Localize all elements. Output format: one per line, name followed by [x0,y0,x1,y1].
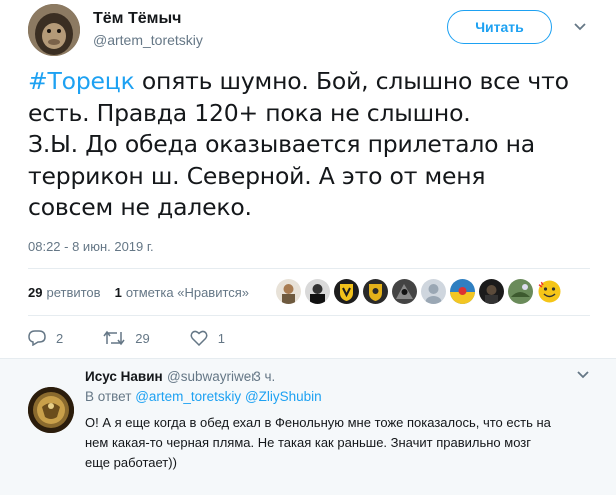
retweet-count: 29 [135,330,150,346]
liker-avatar[interactable] [276,279,301,304]
divider [28,315,590,316]
reply-tweet[interactable]: Исус Навин @subwayriwer · 3 ч. В ответ @… [0,358,616,495]
author-avatar[interactable] [28,4,80,56]
like-button[interactable]: 1 [190,330,225,346]
likes-label: отметка «Нравится» [125,285,250,300]
liker-avatar[interactable] [537,279,562,304]
reply-button[interactable]: 2 [28,330,63,346]
reply-author-name[interactable]: Исус Навин [85,369,163,384]
author-handle[interactable]: @artem_toretskiy [93,32,203,48]
divider [28,268,590,269]
liker-avatar[interactable] [363,279,388,304]
retweets-count: 29 [28,285,43,300]
reply-author-avatar[interactable] [28,387,74,433]
reply-count: 2 [56,330,64,346]
tweet-timestamp[interactable]: 08:22 - 8 июн. 2019 г. [28,239,154,254]
chevron-down-icon[interactable] [575,367,591,383]
reply-icon [28,330,46,346]
heart-icon [190,330,208,346]
tweet-stats: 29 ретвитов 1 отметка «Нравится» [28,285,263,300]
liker-avatar[interactable] [334,279,359,304]
retweets-stat[interactable]: 29 ретвитов [28,285,101,300]
likes-stat[interactable]: 1 отметка «Нравится» [115,285,249,300]
tweet-text-line: З.Ы. До обеда оказывается прилетало на [28,130,535,158]
liker-avatar[interactable] [421,279,446,304]
follow-button[interactable]: Читать [447,10,552,44]
likes-count: 1 [114,285,122,300]
tweet-text-line: террикон ш. Северной. А это от меня [28,161,486,190]
liker-avatar[interactable] [508,279,533,304]
liker-avatar[interactable] [392,279,417,304]
tweet-text-line: опять шумно. Бой, слышно все что [134,67,569,95]
reply-timestamp[interactable]: · 3 ч. [245,369,275,384]
liker-avatar[interactable] [450,279,475,304]
reply-context: В ответ @artem_toretskiy @ZliyShubin [85,389,322,404]
tweet-text: #Торецк опять шумно. Бой, слышно все что… [28,66,598,224]
liker-avatar[interactable] [305,279,330,304]
chevron-down-icon[interactable] [570,18,590,36]
author-name[interactable]: Тём Тёмыч [93,10,181,28]
retweet-icon [103,330,125,346]
retweet-button[interactable]: 29 [103,330,150,346]
mention-link[interactable]: @artem_toretskiy [135,389,241,404]
liker-avatar[interactable] [479,279,504,304]
mention-link[interactable]: @ZliyShubin [245,389,322,404]
reply-text-line: нем какая-то черная пляма. Не такая как … [85,435,531,450]
reply-text: О! А я еще когда в обед ехал в Фенольную… [85,413,597,473]
reply-text-line: еще работает)) [85,455,177,470]
reply-author-handle[interactable]: @subwayriwer [167,369,256,384]
reply-to-label: В ответ [85,389,132,404]
tweet-text-line: есть. Правда 120+ пока не слышно. [28,98,471,127]
tweet-actions: 2 29 1 [28,330,265,346]
liker-avatars [276,279,566,304]
hashtag-link[interactable]: #Торецк [28,67,135,95]
retweets-label: ретвитов [46,285,101,300]
reply-text-line: О! А я еще когда в обед ехал в Фенольную… [85,415,551,430]
like-count: 1 [217,330,225,346]
tweet-text-line: совсем не далеко. [28,193,252,221]
